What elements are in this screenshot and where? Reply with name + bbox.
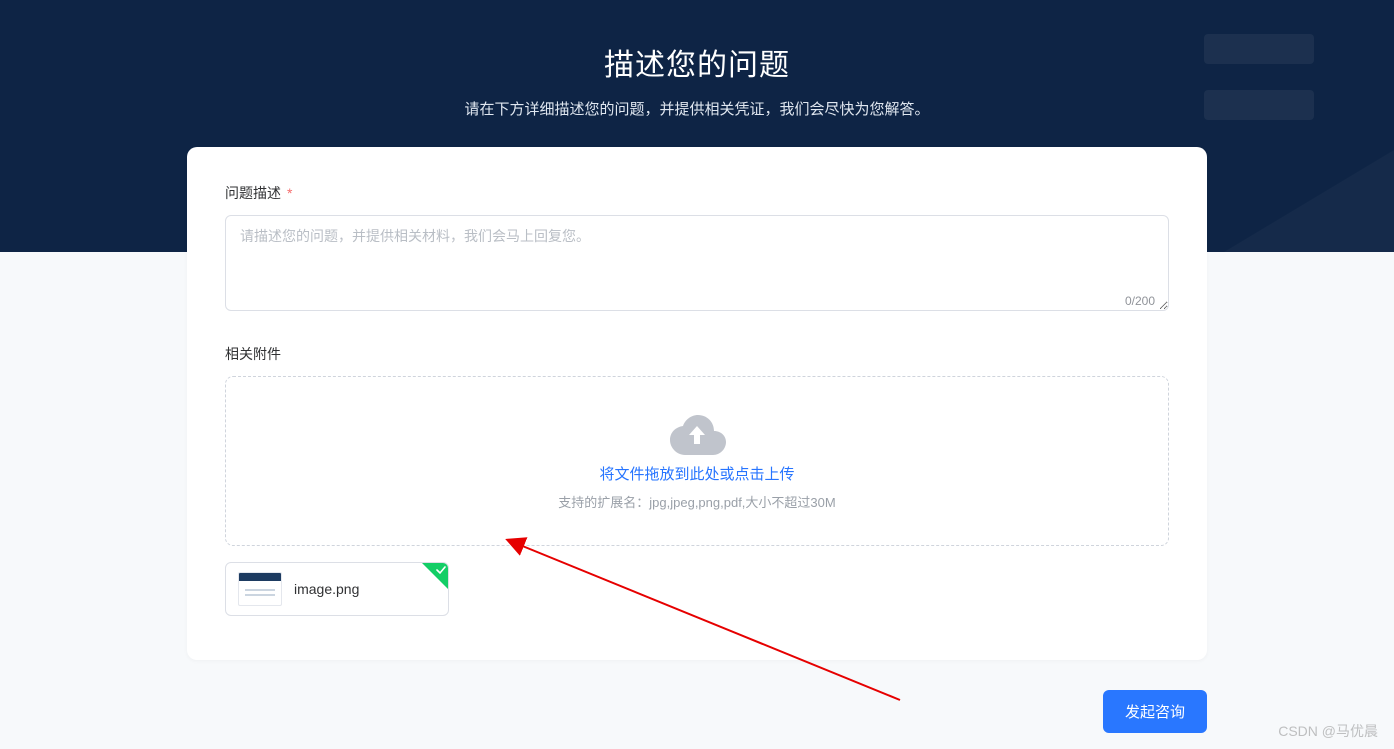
actions-row: 发起咨询: [187, 690, 1207, 733]
file-thumbnail: [238, 572, 282, 606]
watermark: CSDN @马优晨: [1278, 721, 1378, 741]
cloud-upload-icon: [668, 411, 726, 455]
description-input[interactable]: [225, 215, 1169, 311]
file-name: image.png: [294, 581, 359, 597]
upload-hint-text: 支持的扩展名：jpg,jpeg,png,pdf,大小不超过30M: [558, 492, 835, 511]
page-subtitle: 请在下方详细描述您的问题，并提供相关凭证，我们会尽快为您解答。: [0, 98, 1394, 119]
required-mark: *: [287, 185, 292, 201]
page-title: 描述您的问题: [0, 40, 1394, 84]
upload-zone[interactable]: 将文件拖放到此处或点击上传 支持的扩展名：jpg,jpeg,png,pdf,大小…: [225, 376, 1169, 546]
submit-button[interactable]: 发起咨询: [1103, 690, 1207, 733]
upload-success-icon: [422, 563, 448, 589]
attachment-label: 相关附件: [225, 344, 1169, 364]
banner-triangle-decor: [1224, 150, 1394, 252]
form-card: 问题描述 * 0/200 相关附件 将文件拖放到此处或点击上传 支持的扩展名：j…: [187, 147, 1207, 660]
description-label: 问题描述 *: [225, 183, 1169, 203]
uploaded-file-card[interactable]: image.png: [225, 562, 449, 616]
upload-main-text: 将文件拖放到此处或点击上传: [599, 463, 794, 484]
page-header: 描述您的问题 请在下方详细描述您的问题，并提供相关凭证，我们会尽快为您解答。: [0, 0, 1394, 119]
